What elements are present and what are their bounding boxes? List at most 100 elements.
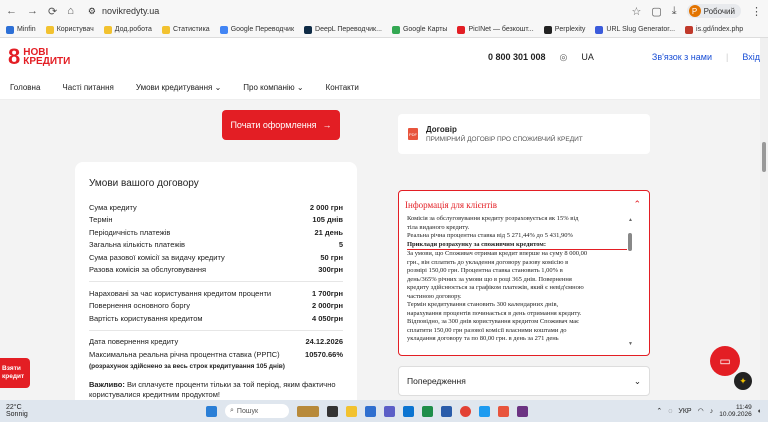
term-value: 21 день xyxy=(314,227,344,237)
viber-icon[interactable]: ◎ xyxy=(560,52,568,63)
bookmark-item[interactable]: DeepL Переводчик... xyxy=(304,25,382,34)
site-header: 8 НОВІ КРЕДИТИ 0 800 301 008 ◎ UA Зв'язо… xyxy=(0,38,768,76)
network-icon[interactable]: ◌ xyxy=(668,408,672,415)
windows-start-icon[interactable] xyxy=(206,405,217,417)
chevron-down-icon: ⌄ xyxy=(214,83,222,92)
contract-term-row: Дата повернення кредиту 24.12.2026 xyxy=(89,336,343,349)
chat-button[interactable]: ▭ xyxy=(710,346,740,376)
term-label: Повернення основного боргу xyxy=(89,301,191,311)
nav-credit-terms[interactable]: Умови кредитування ⌄ xyxy=(136,83,221,92)
edge-icon[interactable] xyxy=(403,405,414,417)
weather-widget[interactable]: 22°C Sonnig xyxy=(6,404,66,418)
scroll-down-icon[interactable]: ▼ xyxy=(628,341,633,347)
divider xyxy=(89,329,343,331)
info-line: розмірі 150,00 грн. Процентна ставка ста… xyxy=(407,267,563,274)
teams-icon[interactable] xyxy=(384,405,395,417)
bookmark-item[interactable]: PicINet — безкошт... xyxy=(457,25,534,34)
profile-button[interactable]: Р Робочий xyxy=(686,4,741,18)
telegram-icon[interactable] xyxy=(479,405,490,417)
take-credit-button[interactable]: Взяти кредит xyxy=(0,358,30,388)
excel-icon[interactable] xyxy=(422,405,433,417)
notifications-icon[interactable]: ◐ xyxy=(758,408,762,415)
term-value: 2 000 грн xyxy=(309,202,343,212)
nav-contacts[interactable]: Контакти xyxy=(326,83,359,92)
star-icon[interactable]: ☆ xyxy=(631,5,641,18)
bookmark-item[interactable]: Користувач xyxy=(45,25,94,34)
forward-icon[interactable]: → xyxy=(27,5,38,18)
login-link[interactable]: Вхід xyxy=(742,52,760,62)
scroll-up-icon[interactable]: ▲ xyxy=(628,217,633,223)
divider xyxy=(89,281,343,282)
bookmark-item[interactable]: Дод.робота xyxy=(103,25,152,34)
phone-number[interactable]: 0 800 301 008 xyxy=(488,52,546,62)
word-icon[interactable] xyxy=(441,405,452,417)
info-line: грн., він сплатить до укладення договору… xyxy=(407,258,569,266)
site-settings-icon[interactable]: ⚙ xyxy=(88,6,96,17)
bookmark-item[interactable]: is.gd/index.php xyxy=(685,25,743,34)
perplexity-icon xyxy=(543,25,552,34)
wifi-icon[interactable]: ◠ xyxy=(698,407,704,415)
clock[interactable]: 11:49 10.09.2026 xyxy=(719,404,752,418)
arrow-right-icon: → xyxy=(322,120,332,130)
file-explorer-icon[interactable] xyxy=(346,405,357,417)
info-scrollbar[interactable]: ▲ ▼ xyxy=(627,217,633,347)
contract-term-row: Загальна кількість платежів 5 xyxy=(89,239,343,252)
language-indicator[interactable]: УКР xyxy=(678,408,691,415)
term-label: Періодичність платежів xyxy=(89,227,171,237)
url-text[interactable]: novikredyty.ua xyxy=(102,6,159,16)
contract-document-link[interactable]: PDF Договір ПРИМІРНИЙ ДОГОВІР ПРО СПОЖИВ… xyxy=(398,114,650,154)
term-label: Сума кредиту xyxy=(89,202,137,212)
chevron-down-icon: ⌄ xyxy=(296,83,304,92)
bookmark-item[interactable]: URL Slug Generator... xyxy=(595,25,675,34)
volume-icon[interactable]: ♪ xyxy=(710,408,714,415)
contract-term-row: Сума кредиту 2 000 грн xyxy=(89,201,343,214)
contract-term-row: Термін 105 днів xyxy=(89,214,343,227)
nav-faq[interactable]: Часті питання xyxy=(62,83,113,92)
nav-home[interactable]: Головна xyxy=(10,83,40,92)
home-icon[interactable]: ⌂ xyxy=(67,5,74,18)
contract-term-row: Вартість користування кредитом 4 050грн xyxy=(89,312,343,325)
client-info-text[interactable]: Комісія за обслуговування кредиту розрах… xyxy=(407,215,627,351)
menu-icon[interactable]: ⋮ xyxy=(751,5,762,18)
main-content: Почати оформлення → Умови вашого договор… xyxy=(0,100,760,400)
chrome-icon[interactable] xyxy=(460,405,471,417)
term-value: 5 xyxy=(338,240,343,250)
page-scrollbar[interactable] xyxy=(760,38,768,400)
bookmark-item[interactable]: Perplexity xyxy=(543,25,585,34)
start-application-button[interactable]: Почати оформлення → xyxy=(222,110,340,140)
address-bar[interactable]: ⚙ novikredyty.ua xyxy=(88,6,632,17)
contract-term-row: Нараховані за час користування кредитом … xyxy=(89,287,343,300)
taskbar-search[interactable]: ⌕ Пошук xyxy=(225,404,289,418)
contract-term-row: Максимальна реальна річна процентна став… xyxy=(89,348,343,361)
term-value: 105 днів xyxy=(312,215,343,225)
app-icon[interactable] xyxy=(517,405,528,417)
bookmarks-bar: Minfin Користувач Дод.робота Статистика … xyxy=(0,22,768,38)
chevron-up-icon: ⌃ xyxy=(633,199,641,209)
logo[interactable]: 8 НОВІ КРЕДИТИ xyxy=(8,46,70,68)
nav-about[interactable]: Про компанію ⌄ xyxy=(243,83,303,92)
client-info-header[interactable]: Інформація для клієнтів ⌃ xyxy=(399,191,649,214)
term-value: 300грн xyxy=(318,265,343,275)
bookmark-item[interactable]: Google Карты xyxy=(391,25,447,34)
contact-link[interactable]: Зв'язок з нами xyxy=(652,52,712,62)
document-subtitle: ПРИМІРНИЙ ДОГОВІР ПРО СПОЖИВЧИЙ КРЕДИТ xyxy=(426,136,583,143)
search-highlight-icon[interactable] xyxy=(297,405,319,417)
extensions-icon[interactable]: ▢ xyxy=(651,5,661,18)
page-scrollbar-thumb[interactable] xyxy=(762,142,766,172)
bookmark-item[interactable]: Статистика xyxy=(161,25,210,34)
pdf-app-icon[interactable] xyxy=(498,405,509,417)
chevron-up-icon[interactable]: ⌃ xyxy=(656,407,662,415)
assistant-button[interactable]: ✦ xyxy=(734,372,752,390)
bookmark-item[interactable]: Minfin xyxy=(6,25,36,34)
info-scrollbar-thumb[interactable] xyxy=(628,233,632,251)
language-selector[interactable]: UA xyxy=(581,52,594,62)
task-view-icon[interactable] xyxy=(327,405,338,417)
term-label: Загальна кількість платежів xyxy=(89,240,186,250)
reload-icon[interactable]: ⟳ xyxy=(48,5,57,18)
back-icon[interactable]: ← xyxy=(6,5,17,18)
warnings-panel[interactable]: Попередження ⌄ xyxy=(398,366,650,396)
download-icon[interactable]: ⤓ xyxy=(672,5,677,18)
bookmark-item[interactable]: Google Переводчик xyxy=(219,25,294,34)
copilot-icon[interactable] xyxy=(365,405,376,417)
temperature: 22°C xyxy=(6,404,22,411)
